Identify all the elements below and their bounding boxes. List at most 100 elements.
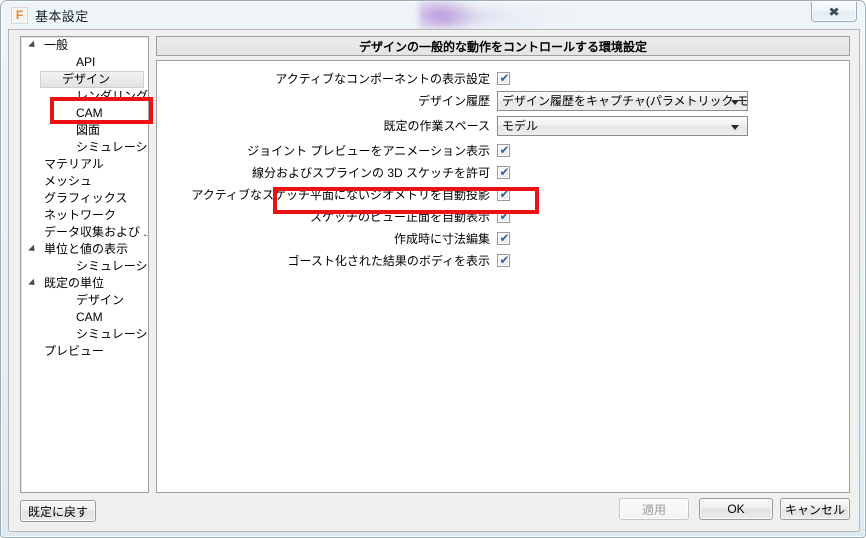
cancel-button[interactable]: キャンセル (780, 498, 850, 520)
option-row-4: 線分およびスプラインの 3D スケッチを許可 ✔ (157, 163, 849, 182)
option-checkbox[interactable]: ✔ (497, 254, 510, 267)
app-icon-letter: F (15, 8, 24, 22)
sidebar-item-1[interactable]: API (21, 54, 148, 71)
options-panel: アクティブなコンポーネントの表示設定 ✔ デザイン履歴 デザイン履歴をキャプチャ(パラ… (156, 60, 850, 493)
sidebar-item-2[interactable]: デザイン (21, 71, 148, 88)
option-label: 線分およびスプラインの 3D スケッチを許可 (251, 166, 490, 180)
sidebar-item-label: 図面 (76, 123, 101, 137)
sidebar-item-16[interactable]: CAM (21, 309, 148, 326)
sidebar-item-3[interactable]: レンダリング (21, 88, 148, 105)
ok-label: OK (727, 502, 745, 516)
close-button[interactable]: ✖ (811, 2, 857, 22)
sidebar-item-label: シミュレーション (76, 259, 148, 273)
sidebar-item-label: デザイン (76, 293, 125, 307)
checkmark-icon: ✔ (499, 209, 510, 223)
option-label: 作成時に寸法編集 (393, 232, 490, 246)
option-checkbox[interactable]: ✔ (497, 210, 510, 223)
option-dropdown[interactable]: デザイン履歴をキャプチャ(パラメトリック モデル) (497, 90, 748, 111)
chevron-expanded-icon[interactable] (27, 278, 40, 288)
sidebar-item-5[interactable]: 図面 (21, 122, 148, 139)
dialog-client-area: 一般APIデザインレンダリングCAM図面シミュレーションマテリアルメッシュグラフ… (8, 29, 860, 532)
apply-button: 適用 (619, 498, 689, 520)
checkmark-icon: ✔ (499, 71, 510, 85)
sidebar-item-14[interactable]: 既定の単位 (21, 275, 148, 292)
option-row-7: 作成時に寸法編集 ✔ (157, 229, 849, 248)
sidebar-item-9[interactable]: グラフィックス (21, 190, 148, 207)
chevron-down-icon (28, 244, 38, 254)
sidebar-item-label: デザイン (40, 71, 144, 88)
sidebar-item-label: メッシュ (44, 174, 93, 188)
sidebar-item-6[interactable]: シミュレーション (21, 139, 148, 156)
sidebar-item-label: グラフィックス (44, 191, 128, 205)
option-row-6: スケッチのビュー正面を自動表示 ✔ (157, 207, 849, 226)
sidebar-item-label: マテリアル (44, 157, 104, 171)
option-label: アクティブなスケッチ平面にないジオメトリを自動投影 (191, 188, 490, 202)
sidebar-item-11[interactable]: データ収集および ... (21, 224, 148, 241)
window-title: 基本設定 (35, 8, 89, 24)
group-header-label: デザインの一般的な動作をコントロールする環境設定 (358, 39, 647, 54)
sidebar-item-4[interactable]: CAM (21, 105, 148, 122)
options-top-spacer (157, 61, 849, 69)
sidebar-item-label: CAM (76, 310, 103, 324)
chevron-expanded-icon[interactable] (27, 40, 40, 50)
sidebar-item-10[interactable]: ネットワーク (21, 207, 148, 224)
dropdown-value: モデル (502, 119, 539, 133)
ok-button[interactable]: OK (699, 498, 773, 520)
dropdown-value: デザイン履歴をキャプチャ(パラメトリック モデル) (502, 94, 748, 108)
option-label: スケッチのビュー正面を自動表示 (309, 210, 490, 224)
sidebar-item-label: シミュレーション (76, 327, 148, 341)
sidebar-item-label: API (76, 55, 96, 69)
option-label: 既定の作業スペース (383, 119, 490, 133)
preferences-dialog-window: F 基本設定 ✖ 一般APIデザインレンダリングCAM図面シミュレーションマテリ… (0, 0, 866, 538)
checkmark-icon: ✔ (499, 165, 510, 179)
chevron-down-icon (28, 40, 38, 50)
settings-category-tree[interactable]: 一般APIデザインレンダリングCAM図面シミュレーションマテリアルメッシュグラフ… (20, 36, 149, 493)
option-checkbox[interactable]: ✔ (497, 188, 510, 201)
fusion-app-icon: F (11, 6, 28, 24)
sidebar-item-label: データ収集および ... (44, 225, 149, 239)
sidebar-item-label: 単位と値の表示 (44, 242, 129, 256)
sidebar-item-18[interactable]: プレビュー (21, 343, 148, 360)
chevron-expanded-icon[interactable] (27, 244, 40, 254)
checkmark-icon: ✔ (499, 231, 510, 245)
title-bar: F 基本設定 ✖ (1, 1, 865, 29)
sidebar-item-7[interactable]: マテリアル (21, 156, 148, 173)
option-row-8: ゴースト化された結果のボディを表示 ✔ (157, 251, 849, 270)
option-label: ジョイント プレビューをアニメーション表示 (247, 144, 490, 158)
sidebar-item-label: ネットワーク (44, 208, 117, 222)
reset-to-default-label: 既定に戻す (27, 504, 88, 519)
group-header: デザインの一般的な動作をコントロールする環境設定 (156, 36, 850, 56)
reset-to-default-button[interactable]: 既定に戻す (20, 500, 96, 522)
apply-label: 適用 (641, 502, 666, 517)
sidebar-item-label: 既定の単位 (44, 276, 105, 290)
chevron-down-icon (28, 278, 38, 288)
chevron-down-icon (731, 99, 739, 105)
sidebar-item-13[interactable]: シミュレーション (21, 258, 148, 275)
option-row-0: アクティブなコンポーネントの表示設定 ✔ (157, 69, 849, 88)
option-row-2: 既定の作業スペース モデル (157, 115, 849, 136)
option-row-5: アクティブなスケッチ平面にないジオメトリを自動投影 ✔ (157, 185, 849, 204)
option-checkbox[interactable]: ✔ (497, 72, 510, 85)
sidebar-item-label: レンダリング (76, 89, 149, 103)
option-checkbox[interactable]: ✔ (497, 232, 510, 245)
option-label: デザイン履歴 (417, 94, 490, 108)
cancel-label: キャンセル (784, 502, 845, 517)
checkmark-icon: ✔ (499, 187, 510, 201)
option-label: アクティブなコンポーネントの表示設定 (275, 72, 490, 86)
sidebar-item-8[interactable]: メッシュ (21, 173, 148, 190)
close-icon: ✖ (828, 4, 840, 19)
sidebar-item-label: シミュレーション (76, 140, 148, 154)
checkmark-icon: ✔ (499, 253, 510, 267)
sidebar-item-12[interactable]: 単位と値の表示 (21, 241, 148, 258)
sidebar-item-0[interactable]: 一般 (21, 37, 148, 54)
sidebar-item-17[interactable]: シミュレーション (21, 326, 148, 343)
option-label: ゴースト化された結果のボディを表示 (287, 254, 490, 268)
option-dropdown[interactable]: モデル (497, 115, 748, 136)
chevron-down-icon (731, 124, 739, 130)
sidebar-item-label: 一般 (44, 38, 69, 52)
option-checkbox[interactable]: ✔ (497, 144, 510, 157)
sidebar-item-label: CAM (76, 106, 103, 120)
checkmark-icon: ✔ (499, 143, 510, 157)
option-checkbox[interactable]: ✔ (497, 166, 510, 179)
sidebar-item-15[interactable]: デザイン (21, 292, 148, 309)
